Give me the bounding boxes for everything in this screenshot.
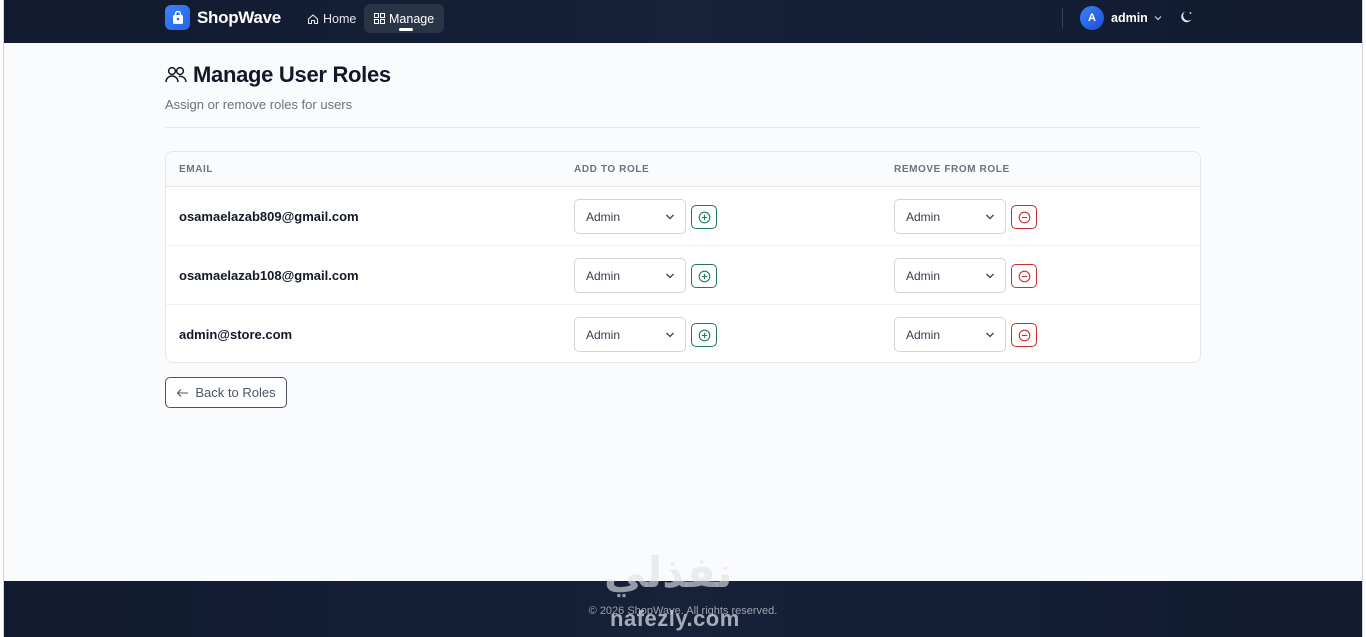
chevron-down-icon — [986, 332, 994, 338]
table-row: admin@store.com Admin Admin — [166, 305, 1200, 362]
user-name: admin — [1111, 11, 1148, 25]
grid-icon — [374, 13, 385, 24]
nav-divider — [1062, 8, 1063, 28]
remove-role-select[interactable]: Admin — [894, 317, 1006, 352]
minus-circle-icon — [1018, 270, 1030, 282]
user-email: osamaelazab108@gmail.com — [179, 268, 359, 283]
page-header: Manage User Roles Assign or remove roles… — [165, 62, 1201, 112]
user-menu[interactable]: A admin — [1080, 6, 1163, 30]
table-header: EMAIL ADD TO ROLE REMOVE FROM ROLE — [166, 152, 1200, 187]
nav-manage-label: Manage — [389, 11, 435, 26]
shopping-bag-icon — [165, 5, 190, 30]
app-frame: ShopWave Home Manage A admin Manage User… — [3, 0, 1363, 637]
remove-role-value: Admin — [906, 209, 941, 224]
add-role-value: Admin — [586, 268, 621, 283]
nav-home-link[interactable]: Home — [300, 4, 363, 33]
home-icon — [307, 13, 319, 24]
page-subtitle: Assign or remove roles for users — [165, 97, 353, 112]
column-header-add: ADD TO ROLE — [574, 164, 650, 175]
add-role-select[interactable]: Admin — [574, 199, 686, 234]
add-role-value: Admin — [586, 209, 621, 224]
moon-icon — [1181, 11, 1192, 23]
add-role-value: Admin — [586, 327, 621, 342]
add-role-button[interactable] — [691, 323, 717, 347]
navbar: ShopWave Home Manage A admin — [4, 0, 1362, 43]
arrow-left-icon — [177, 388, 189, 397]
chevron-down-icon — [666, 332, 674, 338]
remove-role-button[interactable] — [1011, 205, 1037, 229]
user-roles-table: EMAIL ADD TO ROLE REMOVE FROM ROLE osama… — [165, 151, 1201, 363]
active-indicator — [399, 28, 413, 31]
theme-toggle-button[interactable] — [1179, 9, 1197, 27]
remove-role-button[interactable] — [1011, 264, 1037, 288]
back-to-roles-button[interactable]: Back to Roles — [165, 377, 287, 408]
back-button-label: Back to Roles — [195, 385, 276, 400]
add-role-button[interactable] — [691, 264, 717, 288]
remove-role-value: Admin — [906, 327, 941, 342]
chevron-down-icon — [986, 214, 994, 220]
add-role-select[interactable]: Admin — [574, 317, 686, 352]
column-header-remove: REMOVE FROM ROLE — [894, 164, 1010, 175]
footer-copyright: © 2026 ShopWave. All rights reserved. — [588, 605, 778, 617]
nav-home-label: Home — [323, 11, 357, 26]
divider — [165, 127, 1201, 128]
chevron-down-icon — [1154, 16, 1162, 21]
footer: © 2026 ShopWave. All rights reserved. — [4, 581, 1362, 637]
chevron-down-icon — [666, 214, 674, 220]
nav-manage-link[interactable]: Manage — [364, 4, 445, 33]
page-title: Manage User Roles — [193, 62, 391, 87]
user-email: osamaelazab809@gmail.com — [179, 209, 359, 224]
add-role-select[interactable]: Admin — [574, 258, 686, 293]
chevron-down-icon — [666, 273, 674, 279]
table-row: osamaelazab809@gmail.com Admin Admin — [166, 187, 1200, 246]
users-icon — [165, 66, 187, 83]
minus-circle-icon — [1018, 211, 1030, 223]
remove-role-button[interactable] — [1011, 323, 1037, 347]
chevron-down-icon — [986, 273, 994, 279]
brand[interactable]: ShopWave — [165, 5, 281, 30]
minus-circle-icon — [1018, 329, 1030, 341]
plus-circle-icon — [698, 270, 710, 282]
plus-circle-icon — [698, 329, 710, 341]
remove-role-select[interactable]: Admin — [894, 258, 1006, 293]
brand-name: ShopWave — [197, 7, 281, 27]
plus-circle-icon — [698, 211, 710, 223]
remove-role-select[interactable]: Admin — [894, 199, 1006, 234]
remove-role-value: Admin — [906, 268, 941, 283]
avatar: A — [1080, 6, 1104, 30]
add-role-button[interactable] — [691, 205, 717, 229]
column-header-email: EMAIL — [179, 164, 214, 175]
user-email: admin@store.com — [179, 327, 293, 342]
table-row: osamaelazab108@gmail.com Admin Admin — [166, 246, 1200, 305]
